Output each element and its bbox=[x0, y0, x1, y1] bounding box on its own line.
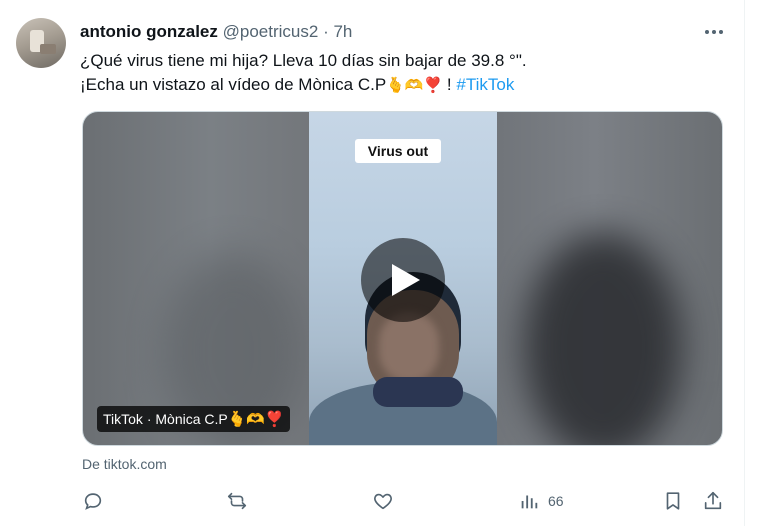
hashtag-link[interactable]: #TikTok bbox=[456, 75, 514, 94]
thumbnail-scarf bbox=[373, 377, 463, 407]
background-blur-right bbox=[523, 232, 683, 445]
like-icon bbox=[374, 493, 392, 510]
tweet-header: antonio gonzalez @poetricus2 · 7h bbox=[80, 22, 352, 42]
bookmark-button[interactable] bbox=[662, 488, 684, 514]
video-source-label[interactable]: TikTok · Mònica C.P 🫰🫶❣️ bbox=[97, 406, 290, 432]
tweet-text-line-2: ¡Echa un vistazo al vídeo de Mònica C.P🫰… bbox=[80, 73, 527, 98]
tweet-text-line-2-prefix: ¡Echa un vistazo al vídeo de Mònica C.P bbox=[80, 75, 387, 94]
author-handle[interactable]: @poetricus2 bbox=[223, 22, 319, 41]
emoji-group: 🫰🫶❣️ bbox=[386, 77, 443, 94]
tweet[interactable]: antonio gonzalez @poetricus2 · 7h ¿Qué v… bbox=[0, 0, 745, 526]
author-name[interactable]: antonio gonzalez bbox=[80, 22, 218, 41]
share-button[interactable] bbox=[702, 488, 724, 514]
video-card[interactable]: Virus out TikTok · Mònica C.P 🫰🫶❣️ bbox=[82, 111, 723, 446]
avatar-bench bbox=[40, 44, 56, 54]
tweet-text: ¿Qué virus tiene mi hija? Lleva 10 días … bbox=[80, 49, 527, 98]
more-options-icon[interactable] bbox=[700, 20, 728, 44]
reply-button[interactable] bbox=[82, 488, 104, 514]
video-overlay-label: Virus out bbox=[355, 139, 441, 163]
avatar[interactable] bbox=[16, 18, 66, 68]
tweet-text-line-1: ¿Qué virus tiene mi hija? Lleva 10 días … bbox=[80, 51, 527, 70]
card-source[interactable]: De tiktok.com bbox=[82, 456, 167, 472]
bookmark-icon bbox=[666, 492, 680, 510]
video-source-text: TikTok · Mònica C.P bbox=[103, 411, 228, 427]
tweet-time[interactable]: 7h bbox=[333, 22, 352, 41]
views-button[interactable]: 66 bbox=[518, 488, 564, 514]
views-icon bbox=[521, 495, 538, 509]
header-separator: · bbox=[323, 22, 329, 41]
views-count: 66 bbox=[548, 493, 564, 509]
retweet-button[interactable] bbox=[226, 488, 248, 514]
tweet-text-line-2-suffix: ! bbox=[442, 75, 457, 94]
like-button[interactable] bbox=[372, 488, 394, 514]
reply-icon bbox=[84, 493, 102, 510]
play-icon[interactable] bbox=[361, 238, 445, 322]
video-source-emojis: 🫰🫶❣️ bbox=[227, 411, 284, 428]
retweet-icon bbox=[227, 492, 247, 510]
action-bar: 66 bbox=[80, 488, 730, 514]
share-icon bbox=[704, 491, 722, 510]
thumbnail-face-highlight bbox=[379, 312, 439, 382]
